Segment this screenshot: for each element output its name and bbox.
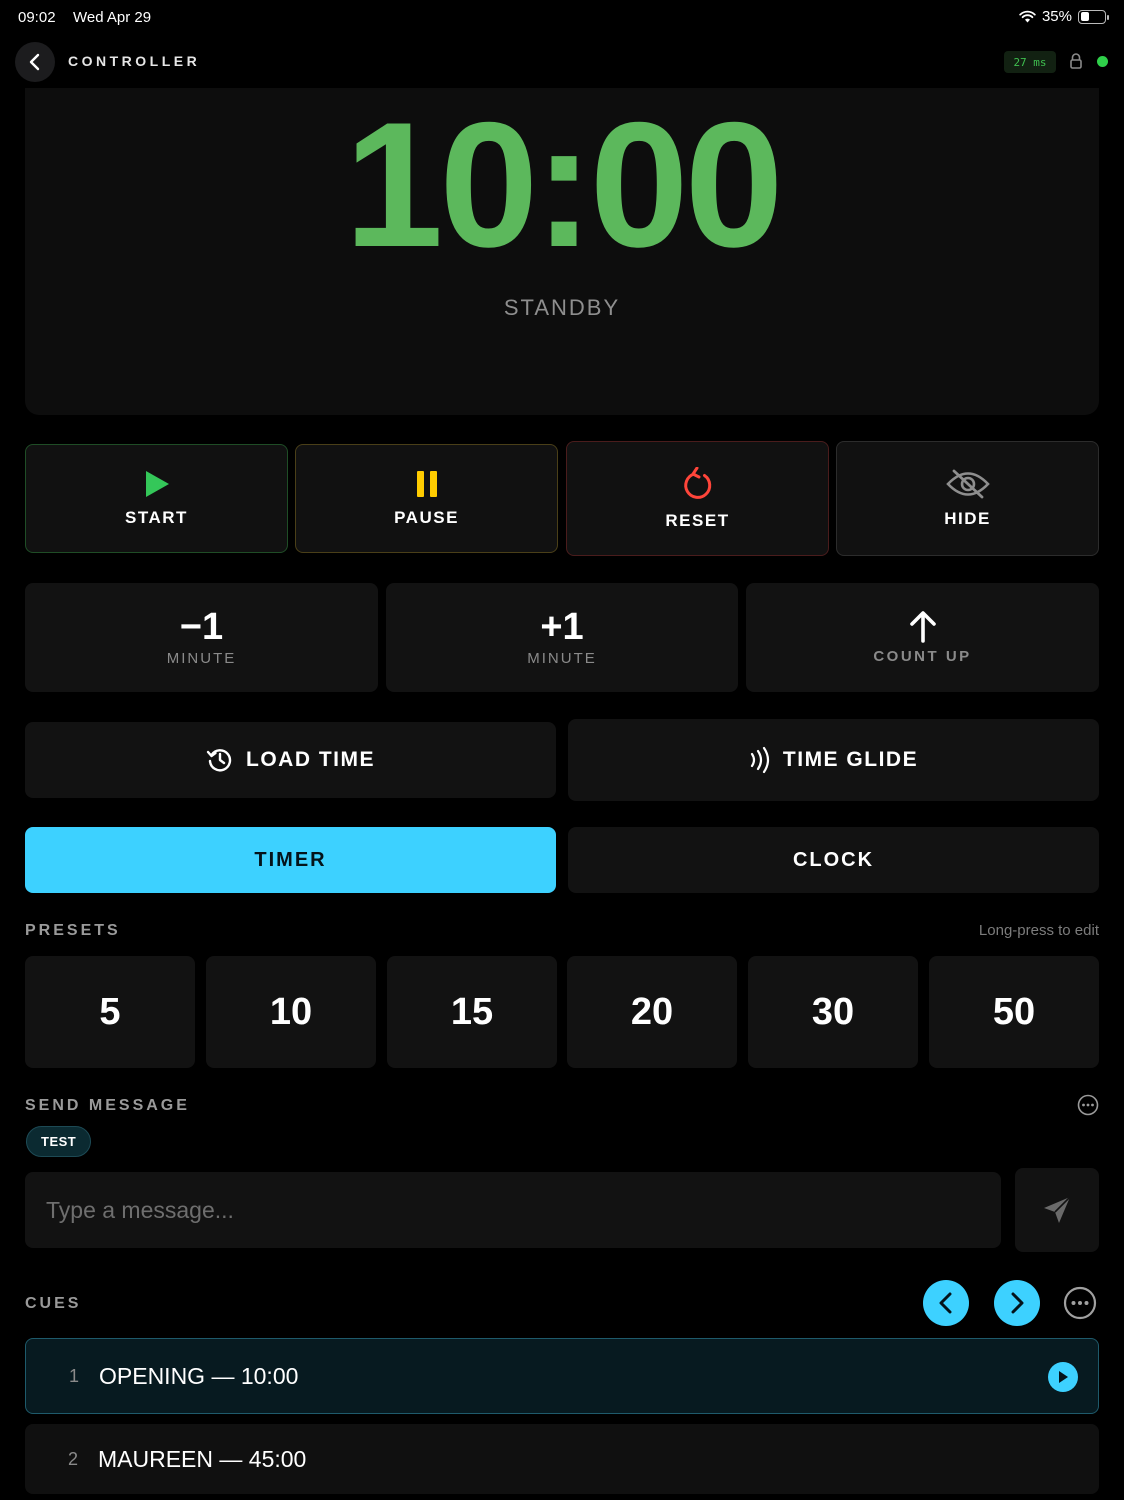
cue-row-active[interactable]: 1 OPENING — 10:00	[25, 1338, 1099, 1414]
message-chip[interactable]: TEST	[26, 1126, 92, 1157]
start-label: START	[125, 507, 188, 527]
load-time-button[interactable]: LOAD TIME	[25, 722, 556, 798]
arrow-up-icon	[909, 611, 936, 643]
timer-state: STANDBY	[503, 295, 621, 320]
play-icon	[145, 470, 169, 497]
plus-minute-button[interactable]: +1 MINUTE	[386, 583, 738, 692]
send-icon	[1044, 1196, 1071, 1223]
wifi-icon	[1019, 10, 1036, 23]
timer-mode-button[interactable]: TIMER	[25, 827, 556, 893]
load-time-label: LOAD TIME	[246, 748, 375, 771]
connection-status-dot	[1097, 56, 1108, 67]
chevron-left-icon	[939, 1292, 952, 1314]
latency-badge: 27 ms	[1004, 51, 1056, 73]
next-cue-button[interactable]	[994, 1280, 1040, 1326]
status-indicators: 35%	[1019, 8, 1109, 25]
reset-icon	[683, 466, 711, 499]
presets-hint: Long-press to edit	[978, 922, 1099, 939]
history-icon	[206, 749, 232, 772]
chevron-right-icon	[1011, 1292, 1024, 1314]
cue-row[interactable]: 2 MAUREEN — 45:00	[25, 1424, 1099, 1494]
clock-mode-button[interactable]: CLOCK	[568, 827, 1099, 893]
play-icon	[1059, 1371, 1068, 1383]
waves-icon	[750, 746, 770, 774]
minus-minute-button[interactable]: −1 MINUTE	[25, 583, 378, 692]
status-time: 09:02	[18, 9, 56, 26]
reset-button[interactable]: RESET	[566, 441, 829, 556]
more-options-icon[interactable]	[1077, 1094, 1099, 1116]
time-glide-button[interactable]: TIME GLIDE	[568, 719, 1099, 801]
presets-heading: PRESETS	[25, 922, 121, 939]
battery-percent: 35%	[1041, 8, 1072, 25]
back-button[interactable]	[15, 42, 55, 82]
count-up-label: COUNT UP	[873, 648, 972, 665]
timer-display: 10:00	[344, 85, 783, 284]
preset-button[interactable]: 50	[929, 956, 1099, 1068]
send-message-heading: SEND MESSAGE	[25, 1097, 190, 1114]
preset-button[interactable]: 30	[748, 956, 918, 1068]
play-cue-button[interactable]	[1048, 1362, 1078, 1392]
reset-label: RESET	[665, 510, 730, 530]
cue-number: 1	[69, 1365, 80, 1386]
hide-button[interactable]: HIDE	[836, 441, 1099, 556]
preset-button[interactable]: 10	[206, 956, 376, 1068]
battery-icon	[1078, 9, 1109, 24]
cues-heading: CUES	[25, 1295, 82, 1312]
pause-button[interactable]: PAUSE	[295, 444, 558, 553]
pause-icon	[416, 470, 437, 497]
status-date: Wed Apr 29	[73, 9, 152, 26]
message-input[interactable]	[25, 1172, 1001, 1248]
count-up-button[interactable]: COUNT UP	[746, 583, 1099, 692]
previous-cue-button[interactable]	[923, 1280, 969, 1326]
preset-button[interactable]: 20	[567, 956, 737, 1068]
plus-minute-value: +1	[540, 606, 584, 648]
lock-icon[interactable]	[1069, 52, 1083, 70]
chevron-left-icon	[29, 53, 40, 71]
plus-minute-unit: MINUTE	[527, 650, 597, 667]
time-glide-label: TIME GLIDE	[782, 748, 919, 771]
cue-number: 2	[68, 1448, 79, 1469]
hide-label: HIDE	[944, 508, 991, 528]
preset-button[interactable]: 5	[25, 956, 195, 1068]
send-button[interactable]	[1015, 1168, 1099, 1252]
eye-off-icon	[945, 469, 990, 498]
cue-title: OPENING — 10:00	[99, 1362, 299, 1389]
start-button[interactable]: START	[25, 444, 288, 553]
minus-minute-unit: MINUTE	[166, 650, 237, 667]
cue-title: MAUREEN — 45:00	[98, 1445, 307, 1472]
minus-minute-value: −1	[179, 606, 224, 648]
pause-label: PAUSE	[394, 507, 459, 527]
page-title: CONTROLLER	[68, 53, 201, 69]
more-options-icon[interactable]	[1063, 1286, 1097, 1320]
preset-button[interactable]: 15	[387, 956, 557, 1068]
